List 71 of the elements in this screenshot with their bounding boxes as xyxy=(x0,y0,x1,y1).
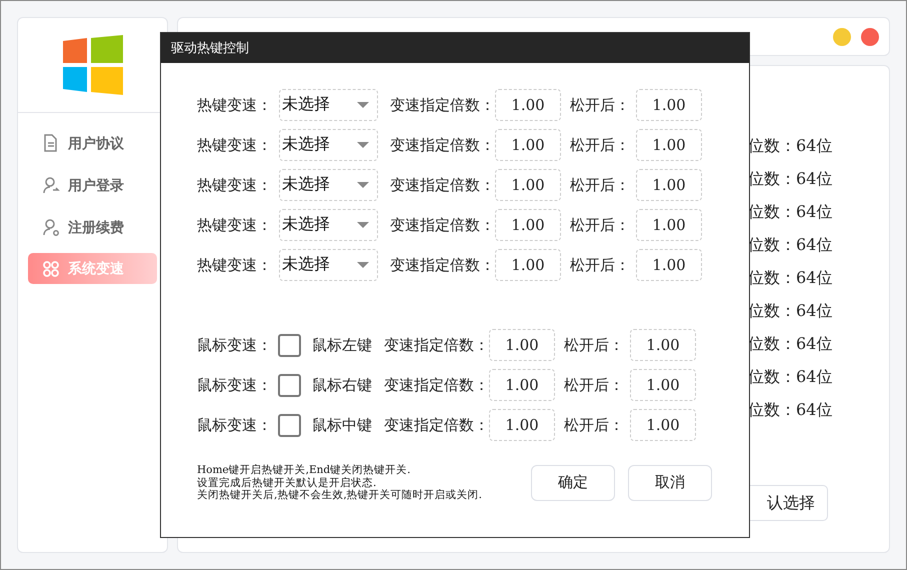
field-label: 松开后： xyxy=(564,414,625,436)
field-label: 松开后： xyxy=(570,214,631,236)
windows-logo-icon xyxy=(62,35,122,95)
dropdown[interactable]: 未选择 xyxy=(279,89,378,121)
field-label: 变速指定倍数： xyxy=(384,374,489,396)
dropdown[interactable]: 未选择 xyxy=(279,249,378,281)
field-label: 松开后： xyxy=(570,94,631,116)
sidebar-item[interactable]: 用户登录 xyxy=(28,169,157,201)
checkbox[interactable] xyxy=(278,374,301,396)
field-label: 变速指定倍数： xyxy=(384,414,489,436)
dropdown[interactable]: 未选择 xyxy=(279,209,378,241)
field-label: 热键变速： xyxy=(197,214,273,236)
caret-icon xyxy=(357,102,369,108)
number-field[interactable]: 1.00 xyxy=(495,209,561,241)
field-label: 松开后： xyxy=(570,254,631,276)
number-field[interactable]: 1.00 xyxy=(636,129,702,161)
caret-icon xyxy=(357,142,369,148)
grid-icon xyxy=(42,260,60,278)
checkbox-label: 鼠标左键 xyxy=(312,334,372,356)
note-text: 设置完成后热键开关默认是开启状态. xyxy=(197,476,378,489)
field-label: 松开后： xyxy=(564,334,625,356)
number-field[interactable]: 1.00 xyxy=(495,129,561,161)
dialog-button[interactable]: 确定 xyxy=(531,464,615,501)
field-label: 变速指定倍数： xyxy=(390,174,495,196)
field-label: 热键变速： xyxy=(197,94,273,116)
number-field[interactable]: 1.00 xyxy=(495,89,561,121)
number-field[interactable]: 1.00 xyxy=(489,329,555,361)
checkbox-label: 鼠标右键 xyxy=(312,374,372,396)
user-arrow-icon xyxy=(42,176,60,194)
field-label: 松开后： xyxy=(570,134,631,156)
note-text: Home键开启热键开关,End键关闭热键开关. xyxy=(197,464,412,476)
field-label: 变速指定倍数： xyxy=(390,94,495,116)
field-label: 松开后： xyxy=(564,374,625,396)
field-label: 松开后： xyxy=(570,174,631,196)
document-icon xyxy=(42,134,60,152)
field-label: 鼠标变速： xyxy=(197,374,273,396)
note-text: 关闭热键开关后,热键不会生效,热键开关可随时开启或关闭. xyxy=(197,489,482,502)
number-field[interactable]: 1.00 xyxy=(489,409,555,441)
number-field[interactable]: 1.00 xyxy=(630,409,696,441)
sidebar-item[interactable]: 用户协议 xyxy=(28,127,157,159)
field-label: 变速指定倍数： xyxy=(390,134,495,156)
field-label: 热键变速： xyxy=(197,134,273,156)
dropdown[interactable]: 未选择 xyxy=(279,169,378,201)
number-field[interactable]: 1.00 xyxy=(495,249,561,281)
field-label: 热键变速： xyxy=(197,254,273,276)
field-label: 鼠标变速： xyxy=(197,414,273,436)
close-button[interactable] xyxy=(861,28,879,46)
field-label: 变速指定倍数： xyxy=(384,334,489,356)
sidebar-item[interactable]: 注册续费 xyxy=(28,211,157,243)
user-gear-icon xyxy=(42,218,60,236)
number-field[interactable]: 1.00 xyxy=(630,369,696,401)
field-label: 热键变速： xyxy=(197,174,273,196)
field-label: 变速指定倍数： xyxy=(390,214,495,236)
dialog-title: 驱动热键控制 xyxy=(171,39,249,58)
number-field[interactable]: 1.00 xyxy=(495,169,561,201)
caret-icon xyxy=(357,182,369,188)
number-field[interactable]: 1.00 xyxy=(636,89,702,121)
number-field[interactable]: 1.00 xyxy=(489,369,555,401)
number-field[interactable]: 1.00 xyxy=(630,329,696,361)
number-field[interactable]: 1.00 xyxy=(636,209,702,241)
checkbox[interactable] xyxy=(278,414,301,436)
number-field[interactable]: 1.00 xyxy=(636,169,702,201)
caret-icon xyxy=(357,262,369,268)
checkbox[interactable] xyxy=(278,334,301,356)
field-label: 变速指定倍数： xyxy=(390,254,495,276)
dropdown[interactable]: 未选择 xyxy=(279,129,378,161)
dialog-button[interactable]: 取消 xyxy=(628,464,712,501)
field-label: 鼠标变速： xyxy=(197,334,273,356)
caret-icon xyxy=(357,222,369,228)
number-field[interactable]: 1.00 xyxy=(636,249,702,281)
checkbox-label: 鼠标中键 xyxy=(312,414,372,436)
